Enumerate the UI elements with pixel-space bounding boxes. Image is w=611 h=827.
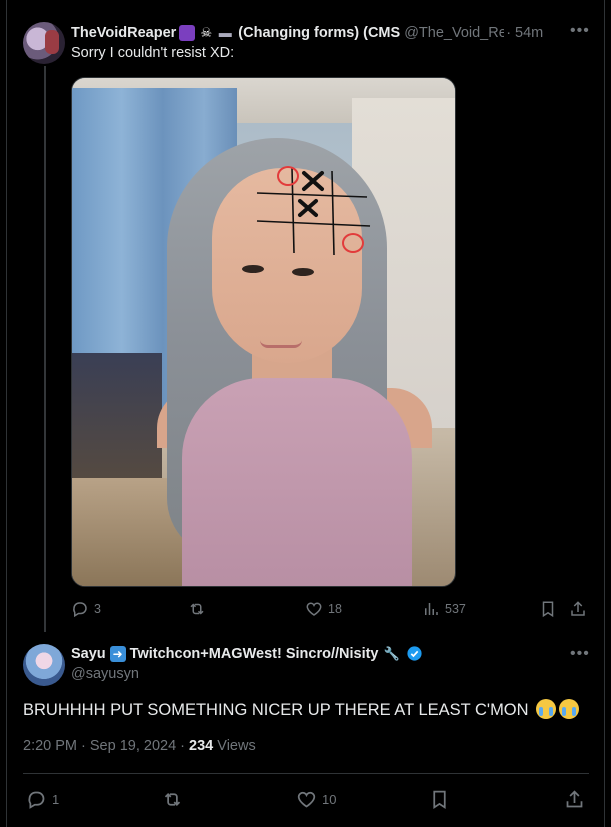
tweet-text-content: BRUHHHH PUT SOMETHING NICER UP THERE AT … — [23, 701, 529, 719]
retweet-button[interactable] — [162, 787, 183, 811]
photo-eye-left — [242, 265, 264, 273]
views-count: 537 — [445, 602, 466, 616]
red-circle-mark — [342, 233, 364, 253]
thread-connector-line — [44, 66, 46, 632]
crying-emoji-icon — [559, 699, 580, 719]
reply-count: 1 — [52, 791, 60, 807]
tool-emoji-icon: 🔧 — [383, 645, 400, 661]
tweet-text: Sorry I couldn't resist XD: — [71, 45, 235, 61]
skull-emoji-icon: ☠ — [200, 25, 213, 40]
crying-emoji-icon — [536, 699, 557, 719]
avatar[interactable] — [23, 644, 65, 686]
left-border — [6, 0, 7, 827]
tweet-photo[interactable] — [71, 77, 456, 587]
display-name[interactable]: TheVoidReaper — [71, 25, 176, 41]
tweet2-action-bar: 1 10 — [23, 787, 589, 811]
divider — [23, 773, 589, 774]
photo-eye-right — [292, 268, 314, 276]
reply-count: 3 — [94, 602, 101, 616]
tweet-metadata: 2:20 PM · Sep 19, 2024 · 234 Views — [23, 738, 256, 754]
photo-mouth — [260, 340, 302, 348]
bookmark-icon — [433, 790, 446, 809]
display-name-part2: Twitchcon+MAGWest! Sincro//Nisity — [129, 645, 379, 662]
timestamp[interactable]: 2:20 PM · Sep 19, 2024 · — [23, 738, 189, 754]
photo-top — [182, 378, 412, 586]
reply-icon — [73, 602, 87, 618]
share-icon — [571, 601, 585, 616]
retweet-button[interactable] — [188, 598, 206, 620]
reply-button[interactable]: 1 — [26, 787, 59, 811]
display-name-suffix[interactable]: (Changing forms) (CMS — [238, 25, 400, 41]
right-border — [604, 0, 605, 827]
share-icon — [566, 789, 583, 807]
reply-button[interactable]: 3 — [71, 598, 101, 620]
display-name-part1: Sayu — [71, 645, 106, 662]
share-button[interactable] — [569, 598, 587, 620]
bookmark-icon — [542, 601, 554, 618]
more-icon: ••• — [570, 645, 590, 662]
verified-icon — [406, 646, 422, 661]
red-circle-mark — [277, 166, 299, 186]
retweet-icon — [190, 603, 204, 615]
like-count: 18 — [328, 602, 342, 616]
tweet1-action-bar: 3 18 537 — [71, 598, 591, 620]
display-name[interactable]: Sayu ➜ Twitchcon+MAGWest! Sincro//Nisity… — [71, 645, 423, 662]
reply-icon — [28, 791, 45, 809]
more-options-button[interactable]: ••• — [570, 22, 590, 40]
handle[interactable]: @sayusyn — [71, 666, 139, 682]
tweet-text: BRUHHHH PUT SOMETHING NICER UP THERE AT … — [23, 699, 580, 720]
bookmark-button[interactable] — [539, 598, 557, 620]
bookmark-button[interactable] — [429, 787, 450, 811]
handle[interactable]: @The_Void_Rea — [404, 25, 504, 41]
like-icon — [306, 602, 322, 616]
gun-emoji-icon: ▬ — [218, 25, 232, 40]
retweet-icon — [164, 792, 181, 806]
avatar[interactable] — [23, 22, 65, 64]
right-arrow-emoji-icon: ➜ — [109, 645, 126, 662]
like-button[interactable]: 18 — [305, 598, 342, 620]
views-icon — [425, 603, 438, 615]
like-icon — [297, 791, 316, 808]
views-label: Views — [213, 738, 256, 754]
more-icon: ••• — [570, 22, 590, 39]
views-count: 234 — [189, 738, 214, 754]
tweet-header: TheVoidReaper ☠ ▬ (Changing forms) (CMS … — [71, 24, 591, 42]
share-button[interactable] — [564, 787, 585, 811]
like-button[interactable]: 10 — [296, 787, 336, 811]
timestamp[interactable]: · 54m — [506, 25, 543, 41]
views-button[interactable]: 537 — [422, 598, 466, 620]
more-options-button[interactable]: ••• — [570, 645, 590, 663]
like-count: 10 — [322, 791, 337, 807]
emoji-icon — [179, 25, 196, 41]
